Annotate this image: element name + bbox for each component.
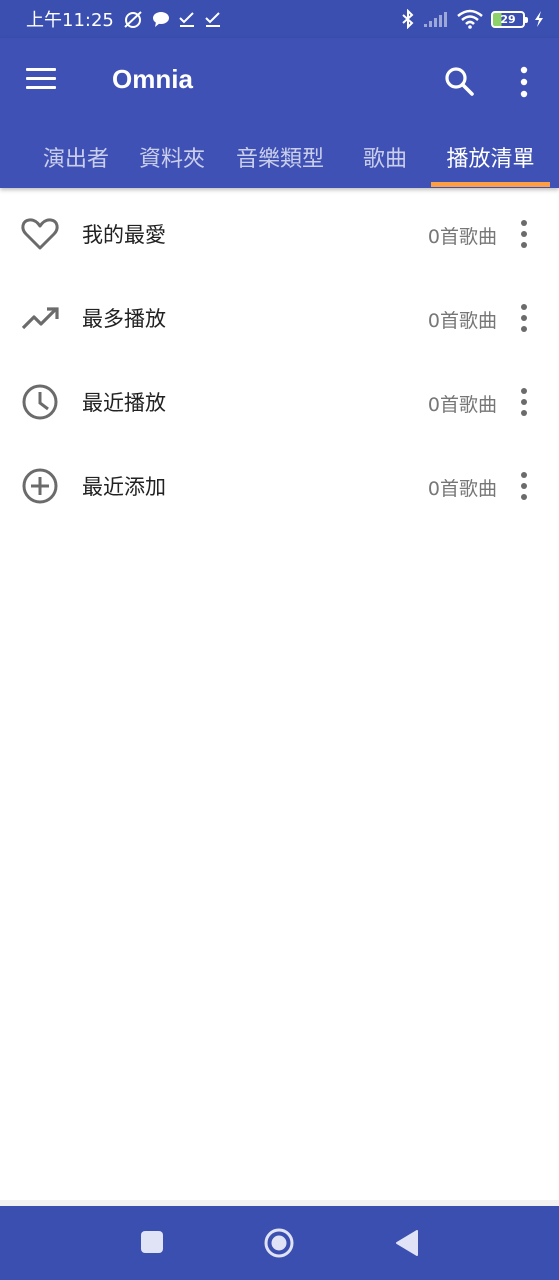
home-circle-icon[interactable] (263, 1227, 295, 1259)
list-item[interactable]: 我的最愛 0首歌曲 (0, 192, 559, 276)
app-bar: Omnia 演出者 資料夾 音樂類型 歌曲 播放清單 (0, 38, 559, 188)
playlist-list: 我的最愛 0首歌曲 最多播放 0首歌曲 最近播放 0首歌曲 最近添加 0首歌曲 (0, 192, 559, 528)
playlist-name: 最近添加 (82, 475, 166, 499)
more-vert-icon[interactable] (514, 302, 534, 334)
more-vert-icon[interactable] (514, 386, 534, 418)
more-vert-icon[interactable] (514, 218, 534, 250)
heart-icon (21, 218, 59, 250)
song-count: 0首歌曲 (427, 478, 497, 500)
tab-songs[interactable]: 歌曲 (352, 126, 418, 188)
silent-alarm-icon (124, 11, 142, 28)
status-left: 上午11:25 (26, 6, 222, 32)
check-icon (205, 12, 220, 27)
toolbar: Omnia (0, 38, 559, 126)
more-vert-icon[interactable] (512, 64, 536, 100)
tab-bar: 演出者 資料夾 音樂類型 歌曲 播放清單 (0, 126, 559, 188)
tab-artists[interactable]: 演出者 (36, 126, 116, 188)
bluetooth-icon (402, 9, 414, 29)
search-icon[interactable] (442, 64, 476, 98)
song-count: 0首歌曲 (427, 394, 497, 416)
system-nav-bar (0, 1206, 559, 1280)
list-item[interactable]: 最近添加 0首歌曲 (0, 444, 559, 528)
wifi-icon (457, 9, 483, 29)
recents-square-icon[interactable] (140, 1230, 164, 1254)
status-bar: 上午11:25 29 (0, 0, 559, 38)
playlist-name: 我的最愛 (82, 223, 166, 247)
trending-up-icon (21, 307, 59, 330)
playlist-name: 最多播放 (82, 307, 166, 331)
tab-folders[interactable]: 資料夾 (132, 126, 212, 188)
tab-playlists[interactable]: 播放清單 (431, 126, 550, 188)
chat-bubble-icon (152, 12, 169, 27)
list-item[interactable]: 最近播放 0首歌曲 (0, 360, 559, 444)
tab-genres[interactable]: 音樂類型 (228, 126, 332, 188)
playlist-name: 最近播放 (82, 391, 166, 415)
battery-icon: 29 (491, 10, 528, 28)
tab-indicator (431, 182, 550, 187)
list-item[interactable]: 最多播放 0首歌曲 (0, 276, 559, 360)
clock-icon (22, 384, 58, 420)
song-count: 0首歌曲 (427, 310, 497, 332)
app-title: Omnia (112, 64, 193, 94)
more-vert-icon[interactable] (514, 470, 534, 502)
charging-icon (535, 11, 543, 27)
back-triangle-icon[interactable] (394, 1229, 420, 1257)
signal-icon (424, 12, 447, 27)
status-right: 29 (401, 9, 545, 29)
hamburger-menu-icon[interactable] (26, 68, 60, 96)
add-circle-icon (22, 468, 58, 504)
check-icon (179, 12, 194, 27)
song-count: 0首歌曲 (427, 226, 497, 248)
status-time: 上午11:25 (26, 10, 114, 31)
